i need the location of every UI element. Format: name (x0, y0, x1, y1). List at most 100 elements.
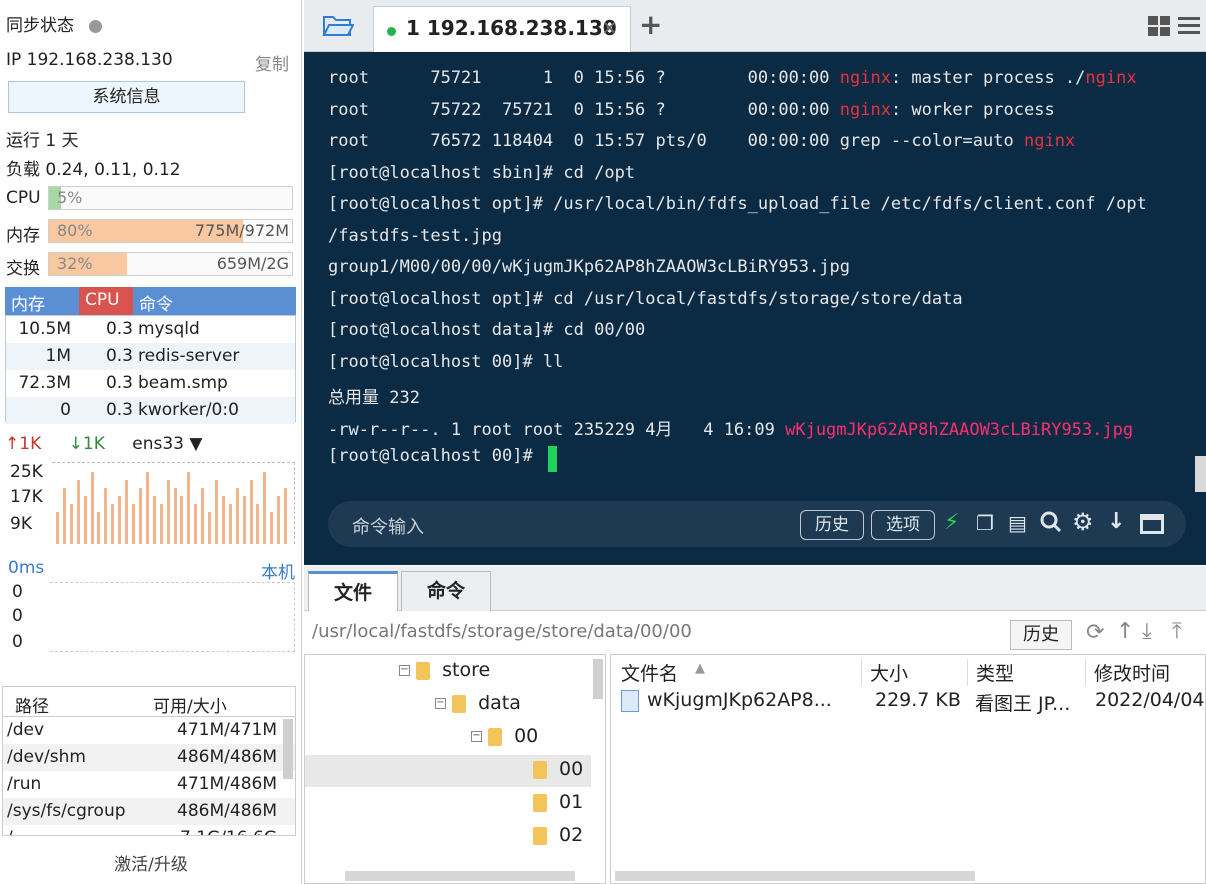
proc-col-cmd[interactable]: 命令 (139, 290, 173, 315)
terminal-line: [root@localhost 00]# ll (328, 352, 563, 372)
folder-icon (452, 694, 467, 713)
load-average: 负载 0.24, 0.11, 0.12 (6, 160, 181, 180)
sync-status-label: 同步状态 (6, 16, 74, 36)
open-folder-icon[interactable] (322, 13, 355, 37)
collapse-icon[interactable]: − (399, 665, 410, 676)
table-row[interactable]: 1M 0.3 redis-server (6, 343, 295, 370)
disk-size: 471M/486M (177, 774, 277, 794)
tab-session[interactable]: 1 192.168.238.130 ✕ (373, 6, 631, 52)
ping-value: 0 (12, 582, 23, 602)
network-bar-chart (52, 462, 295, 544)
grid-layout-icon[interactable] (1148, 16, 1170, 36)
tree-node-data[interactable]: − data (435, 692, 521, 722)
tree-hscrollbar[interactable] (345, 871, 575, 881)
network-bar (118, 496, 122, 544)
terminal-text: 总用量 232 (328, 388, 420, 408)
refresh-icon[interactable]: ⟳ (1086, 620, 1104, 645)
tree-node-01[interactable]: 01 (533, 791, 583, 821)
terminal-text: nginx (1023, 131, 1076, 151)
ping-host[interactable]: 本机 (261, 558, 295, 583)
file-row[interactable]: wKjugmJKp62AP8... 229.7 KB 看图王 JP... 202… (611, 687, 1205, 717)
network-bar (194, 504, 198, 544)
swap-percent: 32% (57, 254, 93, 273)
tab-files[interactable]: 文件 (308, 571, 398, 611)
table-row[interactable]: 72.3M 0.3 beam.smp (6, 370, 295, 397)
ping-value: 0 (12, 632, 23, 652)
swap-meter: 32% 659M/2G (48, 252, 293, 276)
disk-table-header: 路径 可用/大小 (2, 686, 296, 717)
copy-icon[interactable]: ❐ (976, 511, 994, 535)
ping-value: 0 (12, 606, 23, 626)
command-input[interactable]: 命令输入 (352, 513, 424, 539)
table-row[interactable]: / 7.1G/16.6G (3, 825, 295, 835)
table-row[interactable]: 0 0.3 kworker/0:0 (6, 397, 295, 424)
proc-mem: 72.3M (18, 373, 71, 393)
col-filename[interactable]: 文件名 (621, 659, 678, 686)
network-bar (111, 504, 115, 544)
sysinfo-button[interactable]: 系统信息 (8, 81, 245, 113)
fullscreen-icon[interactable] (1140, 514, 1164, 534)
menu-icon[interactable] (1178, 16, 1200, 36)
table-row[interactable]: /run 471M/486M (3, 771, 295, 798)
terminal-line: [root@localhost data]# cd 00/00 (328, 320, 645, 340)
terminal-line: group1/M00/00/00/wKjugmJKp62AP8hZAAOW3cL… (328, 257, 850, 277)
table-row[interactable]: /dev/shm 486M/486M (3, 744, 295, 771)
download-rate: 1K (82, 434, 105, 454)
activate-upgrade-button[interactable]: 激活/升级 (0, 846, 302, 884)
interface-select[interactable]: ens33 ▼ (132, 434, 202, 454)
col-mtime[interactable]: 修改时间 (1085, 659, 1170, 686)
path-input[interactable]: /usr/local/fastdfs/storage/store/data/00… (312, 621, 692, 642)
add-tab-icon[interactable]: + (639, 8, 662, 41)
gear-icon[interactable]: ⚙ (1072, 508, 1094, 536)
download-icon[interactable]: ⤓ (1142, 619, 1152, 644)
tree-node-02[interactable]: 02 (533, 824, 583, 854)
network-bar (263, 472, 267, 544)
paste-icon[interactable]: ▤ (1008, 511, 1027, 535)
history-button[interactable]: 历史 (1010, 620, 1072, 650)
collapse-icon[interactable]: − (435, 698, 446, 709)
table-row[interactable]: /sys/fs/cgroup 486M/486M (3, 798, 295, 825)
terminal-line: [root@localhost 00]# (328, 446, 543, 466)
close-icon[interactable]: ✕ (601, 16, 618, 40)
terminal-panel: 1 192.168.238.130 ✕ + root 75721 1 0 15:… (304, 0, 1206, 565)
upload-icon[interactable]: ⤒ (1172, 619, 1182, 644)
terminal-line: -rw-r--r--. 1 root root 235229 4月 4 16:0… (328, 415, 1133, 440)
disk-size: 486M/486M (177, 801, 277, 821)
network-bar (166, 480, 170, 544)
file-hscrollbar[interactable] (615, 871, 975, 881)
sort-asc-icon: ▲ (695, 661, 705, 676)
sync-status[interactable]: 同步状态 (6, 11, 103, 36)
history-button[interactable]: 历史 (800, 510, 864, 540)
tree-node-store[interactable]: − store (399, 659, 490, 689)
ping-latency: 0ms (8, 558, 45, 578)
terminal-text: [root@localhost 00]# (328, 446, 543, 466)
lightning-icon[interactable]: ⚡ (944, 510, 959, 535)
network-bar (180, 496, 184, 544)
collapse-icon[interactable]: − (471, 731, 482, 742)
table-row[interactable]: 10.5M 0.3 mysqld (6, 316, 295, 343)
terminal-line: 总用量 232 (328, 383, 420, 408)
tree-node-00[interactable]: − 00 (471, 725, 538, 755)
copy-button[interactable]: 复制 (255, 50, 289, 75)
terminal-scrollbar[interactable] (1195, 456, 1206, 492)
table-row[interactable]: /dev 471M/471M (3, 717, 295, 744)
proc-cpu: 0.3 (105, 346, 133, 366)
disk-col-size[interactable]: 可用/大小 (153, 692, 227, 717)
tab-commands[interactable]: 命令 (401, 571, 491, 611)
up-arrow-icon[interactable]: ↑ (1116, 619, 1134, 644)
tree-node-00-selected[interactable]: 00 (533, 758, 583, 788)
proc-col-mem[interactable]: 内存 (11, 290, 45, 315)
search-icon[interactable] (1040, 510, 1062, 534)
download-arrow-icon[interactable]: ↓ (1107, 509, 1125, 534)
terminal-text: [root@localhost 00]# ll (328, 351, 564, 372)
terminal-line: root 76572 118404 0 15:57 pts/0 00:00:00… (328, 131, 1075, 151)
options-button[interactable]: 选项 (871, 510, 935, 540)
disk-col-path[interactable]: 路径 (15, 692, 49, 717)
download-arrow-icon: ↓ (68, 434, 83, 454)
col-type[interactable]: 类型 (967, 659, 1014, 686)
tree-label: store (442, 659, 491, 681)
disk-scrollbar[interactable] (283, 719, 293, 779)
col-size[interactable]: 大小 (861, 659, 908, 686)
proc-col-cpu[interactable]: CPU (79, 287, 133, 315)
tree-scrollbar[interactable] (593, 659, 603, 699)
